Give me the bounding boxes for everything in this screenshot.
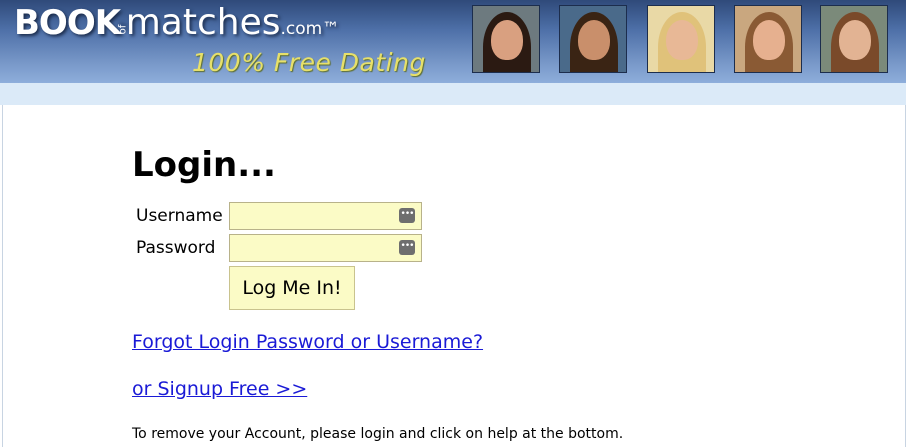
profile-photo-1[interactable] <box>472 5 540 73</box>
face-shape <box>839 20 871 60</box>
face-shape <box>491 20 523 60</box>
forgot-password-link[interactable]: Forgot Login Password or Username? <box>132 331 483 353</box>
profile-photo-3[interactable] <box>647 5 715 73</box>
logo-of: of <box>117 24 129 35</box>
face-shape <box>753 20 785 60</box>
profile-photo-4[interactable] <box>734 5 802 73</box>
profile-photo-2[interactable] <box>559 5 627 73</box>
password-manager-icon[interactable]: ••• <box>399 208 415 223</box>
page-title: Login... <box>132 145 276 185</box>
face-shape <box>578 20 610 60</box>
site-header: BOOKofmatches.com™ 100% Free Dating <box>0 0 906 83</box>
signup-link[interactable]: or Signup Free >> <box>132 378 307 400</box>
logo-matches: matches <box>125 2 281 43</box>
password-label: Password <box>136 238 216 258</box>
username-label: Username <box>136 206 223 226</box>
remove-account-note: To remove your Account, please login and… <box>132 426 624 442</box>
site-logo[interactable]: BOOKofmatches.com™ <box>14 2 339 43</box>
login-button[interactable]: Log Me In! <box>229 266 355 310</box>
face-shape <box>666 20 698 60</box>
profile-photo-5[interactable] <box>820 5 888 73</box>
tagline: 100% Free Dating <box>192 48 426 77</box>
logo-book: BOOK <box>14 3 121 43</box>
password-input[interactable] <box>229 234 422 262</box>
header-subband <box>0 83 906 105</box>
username-input[interactable] <box>229 202 422 230</box>
password-manager-icon[interactable]: ••• <box>399 240 415 255</box>
logo-com: .com™ <box>280 19 340 39</box>
